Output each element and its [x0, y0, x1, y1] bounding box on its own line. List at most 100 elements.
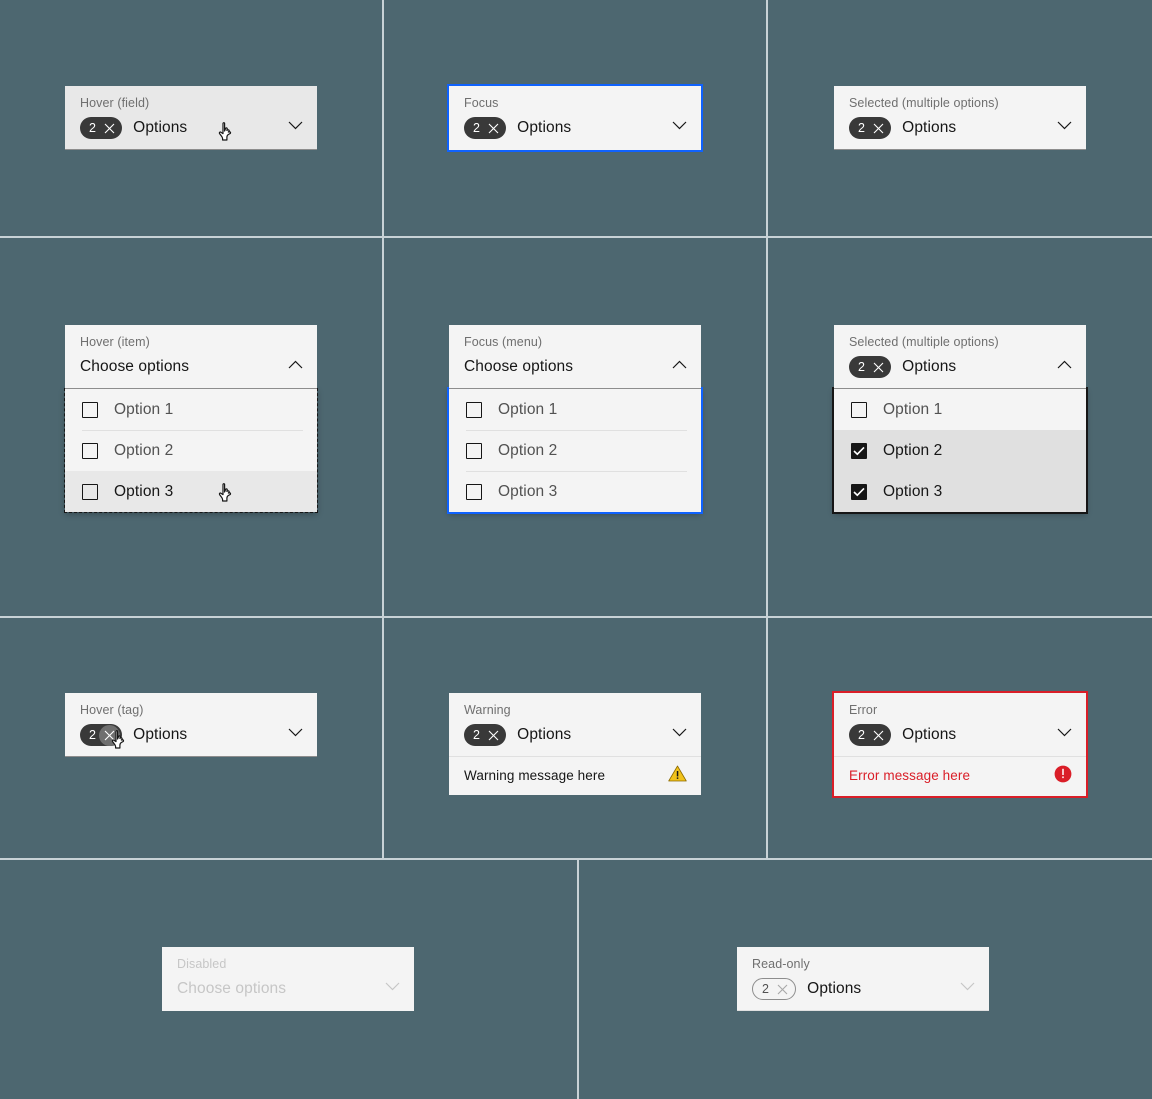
chevron-down-icon[interactable]	[672, 728, 687, 737]
dropdown-selected-multiple[interactable]: Selected (multiple options) 2 Options	[834, 86, 1086, 150]
selection-tag[interactable]: 2	[849, 724, 892, 746]
field-value: Options	[902, 726, 957, 743]
menu-item[interactable]: Option 3	[834, 471, 1086, 512]
chevron-up-icon[interactable]	[672, 360, 687, 369]
tag-count: 2	[473, 728, 481, 742]
menu-item-label: Option 2	[498, 441, 558, 459]
chevron-up-icon[interactable]	[1057, 360, 1072, 369]
checkbox-unchecked-icon[interactable]	[466, 401, 482, 418]
menu-item-label: Option 3	[883, 482, 943, 500]
menu-item-label: Option 2	[114, 441, 174, 459]
selection-tag: 2	[752, 978, 797, 1000]
selection-tag[interactable]: 2	[464, 117, 507, 139]
tag-count: 2	[858, 360, 866, 374]
grid-divider-vertical	[382, 618, 384, 858]
tag-count: 2	[858, 728, 866, 742]
tag-count: 2	[89, 728, 97, 742]
field-row: 2 Options	[464, 723, 687, 747]
cell-hover-field: Hover (field) 2 Options	[65, 86, 317, 150]
field-row: 2 Options	[849, 116, 1072, 140]
cell-warning: Warning 2 Options Warning message here	[449, 693, 701, 795]
close-icon[interactable]	[99, 118, 120, 139]
checkbox-unchecked-icon[interactable]	[82, 401, 98, 418]
menu-item[interactable]: Option 3	[449, 471, 701, 512]
checkbox-checked-icon[interactable]	[851, 442, 867, 459]
menu-item[interactable]: Option 2	[449, 430, 701, 471]
field-label: Hover (field)	[80, 96, 150, 110]
menu-item[interactable]: Option 3	[65, 471, 317, 512]
warning-message-text: Warning message here	[464, 767, 606, 783]
field-label: Disabled	[177, 957, 227, 971]
close-icon[interactable]	[483, 725, 504, 746]
close-icon[interactable]	[483, 118, 504, 139]
dropdown-error[interactable]: Error 2 Options	[834, 693, 1086, 756]
dropdown-menu[interactable]: Option 1 Option 2 Option 3	[447, 387, 703, 514]
chevron-down-icon	[385, 982, 400, 991]
menu-item[interactable]: Option 1	[834, 389, 1086, 430]
dropdown-hover-field[interactable]: Hover (field) 2 Options	[65, 86, 317, 150]
close-icon[interactable]	[868, 725, 889, 746]
selection-tag[interactable]: 2	[80, 724, 123, 746]
menu-item-label: Option 3	[498, 482, 558, 500]
field-value: Options	[517, 119, 572, 136]
checkbox-unchecked-icon[interactable]	[466, 442, 482, 459]
menu-item[interactable]: Option 1	[449, 389, 701, 430]
field-row: Choose options	[177, 977, 400, 1001]
selection-tag[interactable]: 2	[80, 117, 123, 139]
grid-divider-vertical	[382, 238, 384, 616]
field-row: 2 Options	[849, 723, 1072, 747]
close-icon[interactable]	[99, 724, 121, 746]
selection-tag[interactable]: 2	[464, 724, 507, 746]
chevron-down-icon[interactable]	[672, 121, 687, 130]
grid-divider-horizontal	[0, 236, 1152, 238]
field-value: Options	[902, 119, 957, 136]
chevron-down-icon[interactable]	[288, 728, 303, 737]
dropdown-focus-menu[interactable]: Focus (menu) Choose options	[449, 325, 701, 389]
field-row: 2 Options	[80, 723, 303, 747]
menu-item[interactable]: Option 1	[65, 389, 317, 430]
tag-count: 2	[762, 982, 770, 996]
dropdown-readonly: Read-only 2 Options	[737, 947, 989, 1011]
selection-tag[interactable]: 2	[849, 117, 892, 139]
chevron-down-icon	[960, 982, 975, 991]
checkbox-unchecked-icon[interactable]	[851, 401, 867, 418]
grid-divider-vertical	[382, 0, 384, 236]
field-label: Read-only	[752, 957, 810, 971]
error-message-text: Error message here	[849, 768, 971, 783]
dropdown-focus[interactable]: Focus 2 Options	[447, 84, 703, 152]
cell-focus-menu: Focus (menu) Choose options Option 1 Opt…	[447, 325, 703, 514]
chevron-down-icon[interactable]	[1057, 728, 1072, 737]
field-value: Options	[902, 358, 957, 375]
menu-item-label: Option 1	[498, 400, 558, 418]
close-icon[interactable]	[868, 118, 889, 139]
menu-item[interactable]: Option 2	[834, 430, 1086, 471]
close-icon[interactable]	[868, 357, 889, 378]
grid-divider-vertical	[577, 860, 579, 1099]
dropdown-menu[interactable]: Option 1 Option 2 Option 3	[832, 387, 1088, 514]
field-row: Choose options	[80, 355, 303, 379]
dropdown-hover-tag[interactable]: Hover (tag) 2 Options	[65, 693, 317, 757]
field-label: Selected (multiple options)	[849, 335, 999, 349]
checkbox-checked-icon[interactable]	[851, 483, 867, 500]
error-circle-icon	[1054, 765, 1072, 786]
chevron-down-icon[interactable]	[1057, 121, 1072, 130]
cell-readonly: Read-only 2 Options	[737, 947, 989, 1011]
field-row: 2 Options	[80, 116, 303, 140]
field-row: Choose options	[464, 355, 687, 379]
selection-tag[interactable]: 2	[849, 356, 892, 378]
menu-item-label: Option 3	[114, 482, 174, 500]
chevron-down-icon[interactable]	[288, 121, 303, 130]
field-value: Options	[517, 726, 572, 743]
dropdown-menu[interactable]: Option 1 Option 2 Option 3	[64, 388, 318, 513]
dropdown-warning[interactable]: Warning 2 Options	[449, 693, 701, 756]
chevron-up-icon[interactable]	[288, 360, 303, 369]
grid-divider-horizontal	[0, 616, 1152, 618]
menu-item-label: Option 2	[883, 441, 943, 459]
dropdown-hover-item[interactable]: Hover (item) Choose options	[65, 325, 317, 389]
checkbox-unchecked-icon[interactable]	[82, 483, 98, 500]
dropdown-selected-multiple-open[interactable]: Selected (multiple options) 2 Options	[834, 325, 1086, 389]
checkbox-unchecked-icon[interactable]	[466, 483, 482, 500]
checkbox-unchecked-icon[interactable]	[82, 442, 98, 459]
menu-item[interactable]: Option 2	[65, 430, 317, 471]
cell-selected-multiple: Selected (multiple options) 2 Options	[834, 86, 1086, 150]
